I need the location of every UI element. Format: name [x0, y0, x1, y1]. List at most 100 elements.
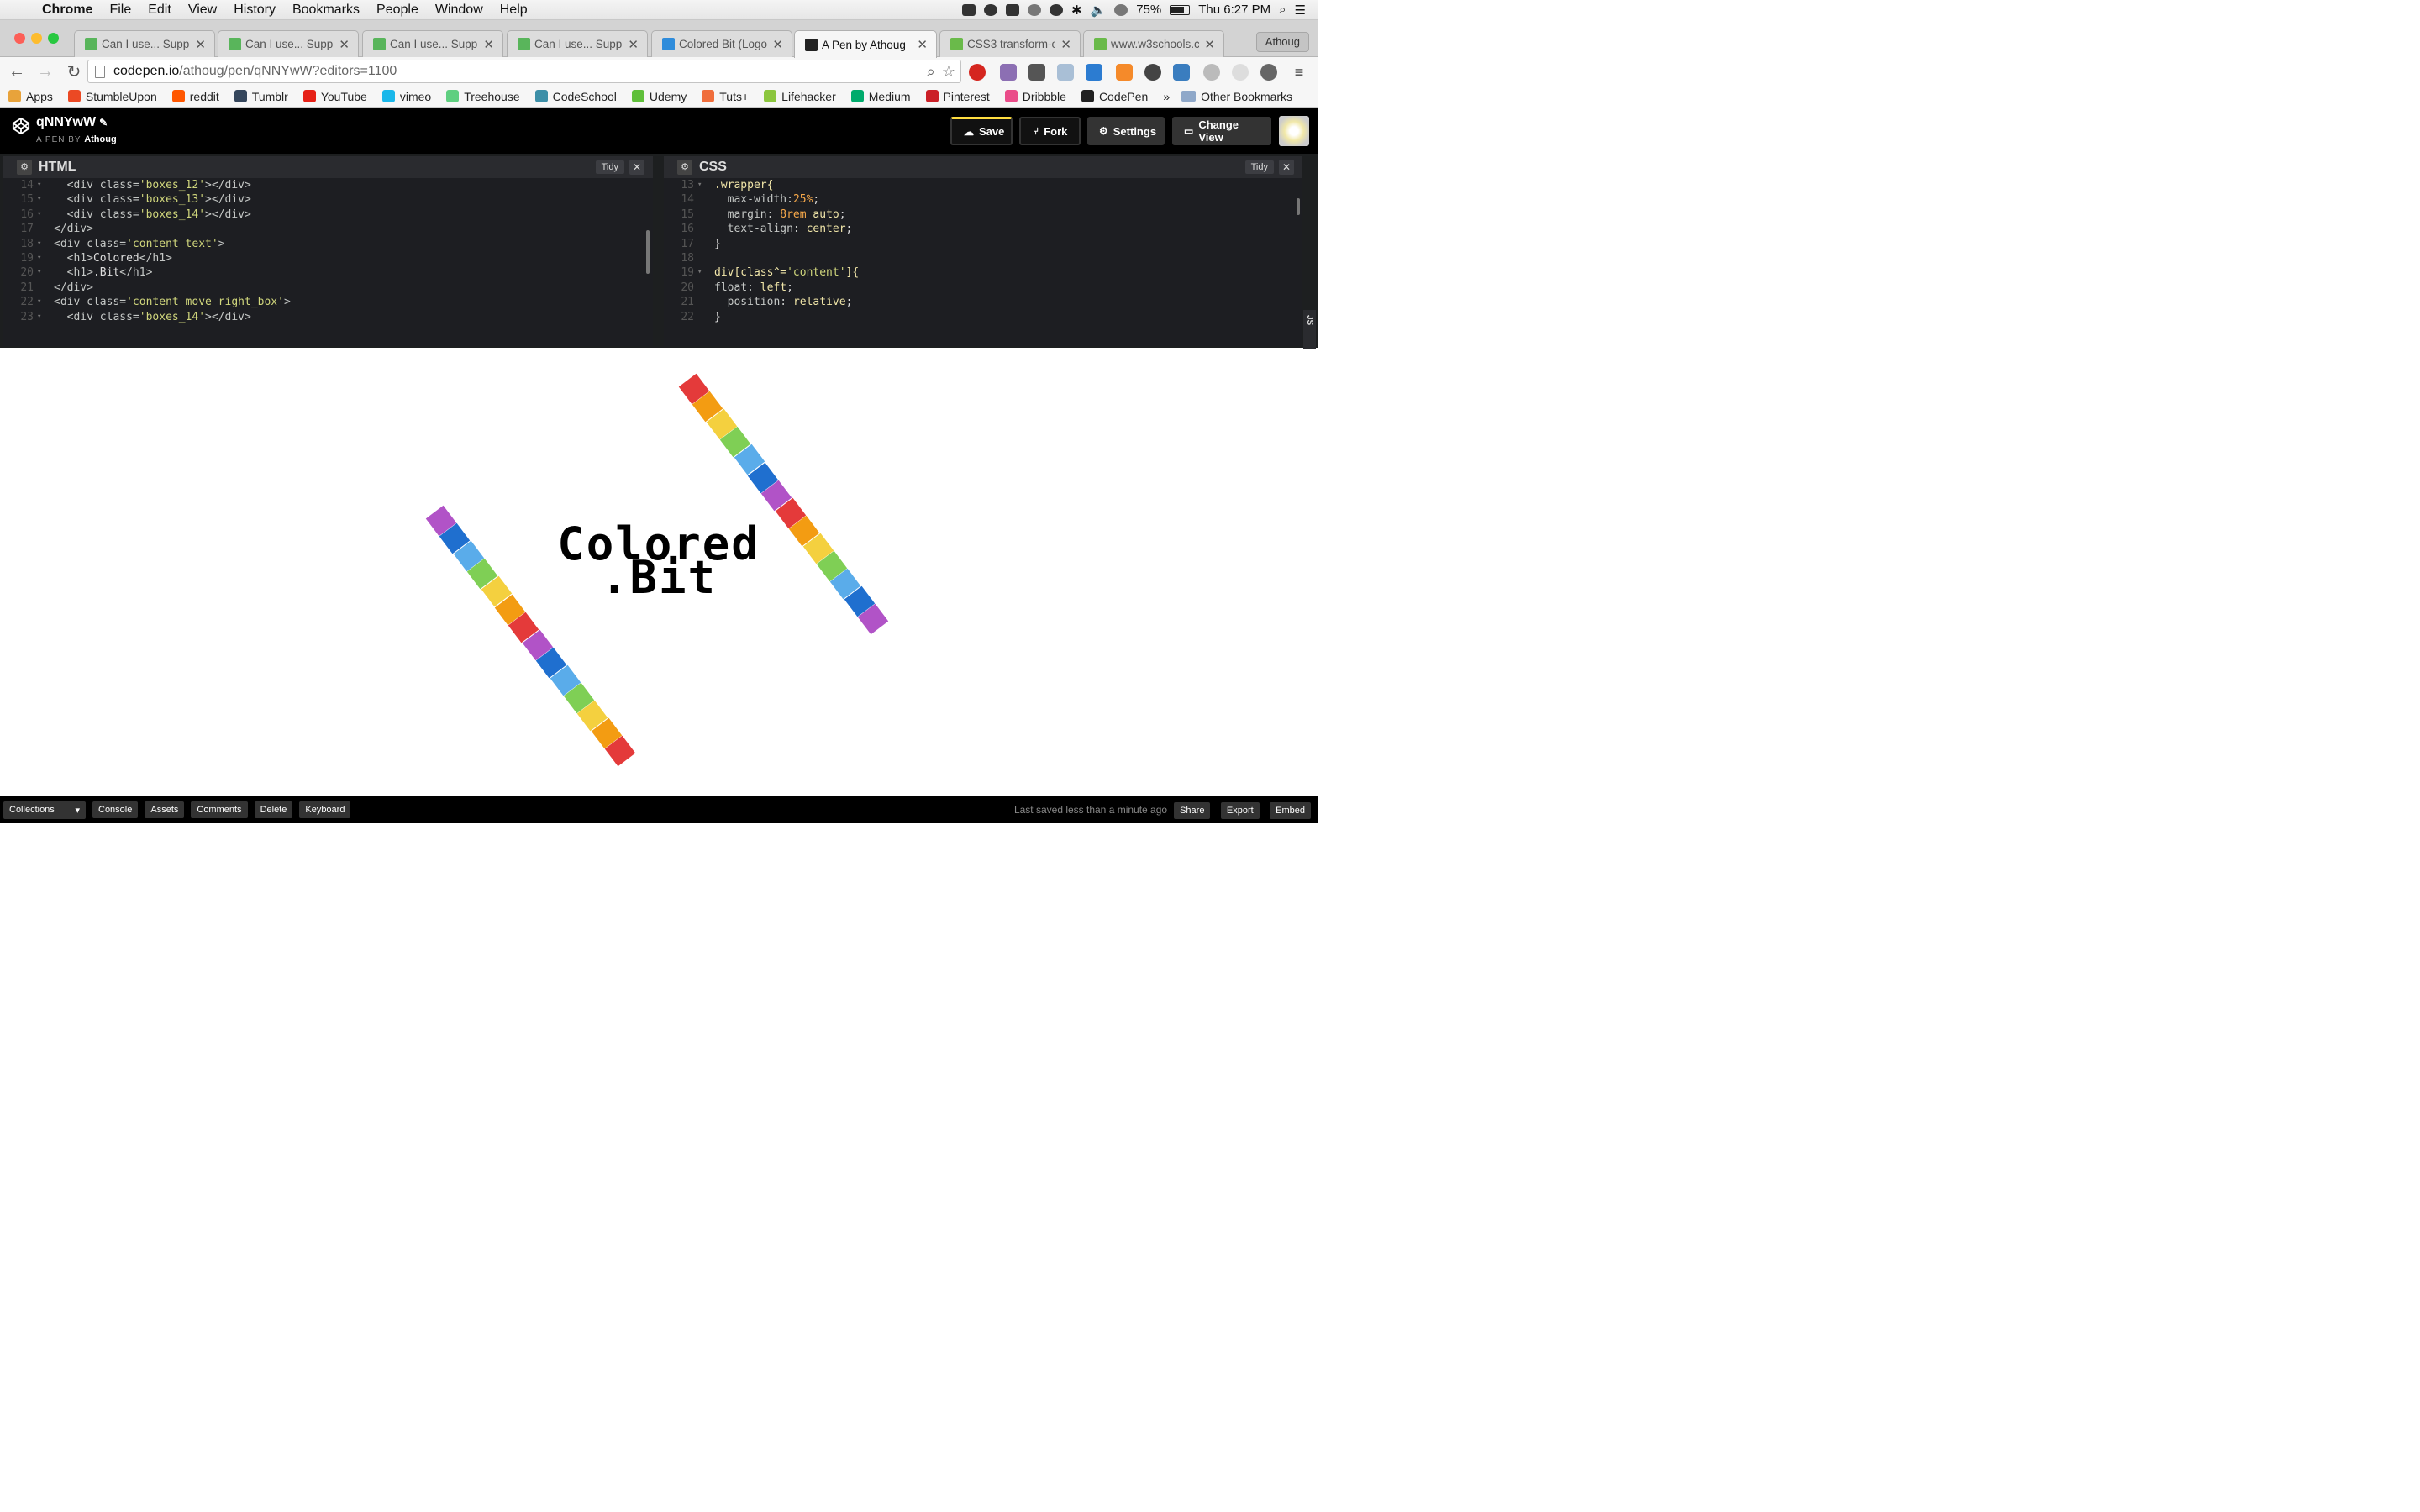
sync-icon[interactable]	[1232, 64, 1249, 81]
code-line[interactable]: 18 ▾ <div class='content text'>	[3, 237, 653, 251]
forward-icon[interactable]: →	[34, 62, 57, 81]
bookmark-item[interactable]: Pinterest	[925, 90, 990, 103]
pencil-icon[interactable]: ✎	[99, 117, 108, 129]
tab-item[interactable]: A Pen by Athoug ✕	[794, 30, 937, 58]
extension-orange-icon[interactable]	[1116, 64, 1133, 81]
tab-close-icon[interactable]: ✕	[483, 37, 494, 52]
tab-item[interactable]: Can I use... Suppor ✕	[218, 30, 359, 57]
menu-history[interactable]: History	[225, 3, 284, 18]
menu-view[interactable]: View	[180, 3, 225, 18]
code-line[interactable]: 21 position: relative;	[664, 295, 1302, 309]
html-code[interactable]: 14 ▾ <div class='boxes_12'></div> 15 ▾ <div…	[3, 178, 653, 324]
bookmark-item[interactable]: Lifehacker	[764, 90, 836, 103]
menu-window[interactable]: Window	[427, 3, 492, 18]
html-scrollbar[interactable]	[646, 230, 650, 274]
tab-close-icon[interactable]: ✕	[195, 37, 206, 52]
spotlight-search-icon[interactable]: ⌕	[1279, 3, 1286, 17]
address-bar[interactable]: codepen.io/athoug/pen/qNNYwW?editors=110…	[87, 60, 961, 83]
fold-arrow-icon[interactable]: ▾	[37, 192, 54, 207]
export-button[interactable]: Export	[1220, 802, 1260, 819]
bookmark-item[interactable]: CodePen	[1081, 90, 1148, 103]
html-settings-gear-icon[interactable]: ⚙	[17, 160, 32, 175]
code-line[interactable]: 17}	[664, 237, 1302, 251]
clock[interactable]: Thu 6:27 PM	[1198, 3, 1270, 17]
menu-people[interactable]: People	[368, 3, 427, 18]
tab-close-icon[interactable]: ✕	[339, 37, 350, 52]
tab-item[interactable]: www.w3schools.co ✕	[1083, 30, 1224, 57]
back-icon[interactable]: ←	[5, 62, 29, 81]
hat-icon[interactable]	[1049, 3, 1063, 16]
record-icon[interactable]	[1144, 64, 1161, 81]
fold-arrow-icon[interactable]: ▾	[37, 237, 54, 251]
html-tidy-button[interactable]: Tidy	[595, 160, 624, 174]
film-icon[interactable]	[1260, 64, 1277, 81]
console-button[interactable]: Console	[92, 801, 139, 818]
cast-icon[interactable]	[1028, 64, 1045, 81]
cloud-icon[interactable]	[1027, 3, 1041, 16]
tab-close-icon[interactable]: ✕	[1060, 37, 1071, 52]
chrome-menu-icon[interactable]: ≡	[1291, 64, 1307, 81]
download-icon[interactable]	[1086, 64, 1102, 81]
minimize-window-button[interactable]	[31, 33, 42, 44]
css-scrollbar[interactable]	[1297, 198, 1300, 215]
globe-icon[interactable]	[1203, 64, 1220, 81]
settings-button[interactable]: ⚙ Settings	[1087, 117, 1165, 145]
fold-arrow-icon[interactable]: ▾	[37, 265, 54, 280]
bookmark-item[interactable]: CodeSchool	[534, 90, 617, 103]
tab-item[interactable]: Can I use... Suppor ✕	[362, 30, 503, 57]
notification-center-icon[interactable]: ☰	[1295, 3, 1306, 18]
screenshot-icon[interactable]	[1173, 64, 1190, 81]
code-line[interactable]: 22}	[664, 310, 1302, 324]
bookmark-item[interactable]: Medium	[850, 90, 911, 103]
bookmark-item[interactable]: StumbleUpon	[67, 90, 157, 103]
zoom-window-button[interactable]	[48, 33, 59, 44]
fold-arrow-icon[interactable]: ▾	[37, 207, 54, 222]
fold-arrow-icon[interactable]: ▾	[37, 310, 54, 324]
menu-help[interactable]: Help	[492, 3, 536, 18]
tab-item[interactable]: Can I use... Suppor ✕	[74, 30, 215, 57]
close-window-button[interactable]	[14, 33, 25, 44]
battery-icon[interactable]	[1170, 4, 1191, 15]
code-line[interactable]: 19 ▾ <h1>Colored</h1>	[3, 251, 653, 265]
bookmark-item[interactable]: Tuts+	[702, 90, 749, 103]
bookmark-item[interactable]: Dribbble	[1004, 90, 1066, 103]
code-line[interactable]: 18	[664, 251, 1302, 265]
assets-button[interactable]: Assets	[145, 801, 185, 818]
bookmark-item[interactable]: reddit	[171, 90, 219, 103]
code-line[interactable]: 14 max-width:25%;	[664, 192, 1302, 207]
other-bookmarks[interactable]: Other Bookmarks	[1181, 90, 1292, 103]
delete-button[interactable]: Delete	[254, 801, 293, 818]
menu-file[interactable]: File	[101, 3, 139, 18]
code-line[interactable]: 16 ▾ <div class='boxes_14'></div>	[3, 207, 653, 222]
menu-edit[interactable]: Edit	[139, 3, 180, 18]
eyedropper-icon[interactable]	[1000, 64, 1017, 81]
tab-item[interactable]: CSS3 transform-ori ✕	[939, 30, 1081, 57]
code-line[interactable]: 21 </div>	[3, 281, 653, 295]
pen-title[interactable]: qNNYwW ✎	[36, 115, 108, 130]
embed-button[interactable]: Embed	[1270, 802, 1311, 819]
share-button[interactable]: Share	[1174, 802, 1211, 819]
pen-author[interactable]: Athoug	[84, 134, 116, 144]
fork-button[interactable]: ⑂ Fork	[1019, 117, 1081, 145]
code-line[interactable]: 20 float: left;	[664, 281, 1302, 295]
status-app-icon[interactable]	[961, 3, 976, 16]
bookmark-item[interactable]: Udemy	[631, 90, 687, 103]
code-line[interactable]: 16 text-align: center;	[664, 222, 1302, 236]
bookmark-item[interactable]: Treehouse	[446, 90, 520, 103]
menu-app-chrome[interactable]: Chrome	[34, 3, 101, 18]
code-line[interactable]: 14 ▾ <div class='boxes_12'></div>	[3, 178, 653, 192]
fold-arrow-icon[interactable]: ▾	[697, 265, 714, 280]
comments-button[interactable]: Comments	[191, 801, 248, 818]
save-button[interactable]: ☁ Save	[950, 117, 1013, 145]
keyboard-button[interactable]: Keyboard	[299, 801, 351, 818]
change-view-button[interactable]: ▭ Change View	[1172, 117, 1271, 145]
download-arrow-icon[interactable]	[1057, 64, 1074, 81]
zoom-icon[interactable]: ⌕	[927, 63, 935, 81]
fold-arrow-icon[interactable]: ▾	[37, 178, 54, 192]
code-line[interactable]: 20 ▾ <h1>.Bit</h1>	[3, 265, 653, 280]
bookmark-item[interactable]: Tumblr	[234, 90, 288, 103]
code-line[interactable]: 22 ▾ <div class='content move right_box'>	[3, 295, 653, 309]
code-line[interactable]: 23 ▾ <div class='boxes_14'></div>	[3, 310, 653, 324]
fold-arrow-icon[interactable]: ▾	[697, 178, 714, 192]
bookmark-star-icon[interactable]: ☆	[942, 63, 955, 81]
